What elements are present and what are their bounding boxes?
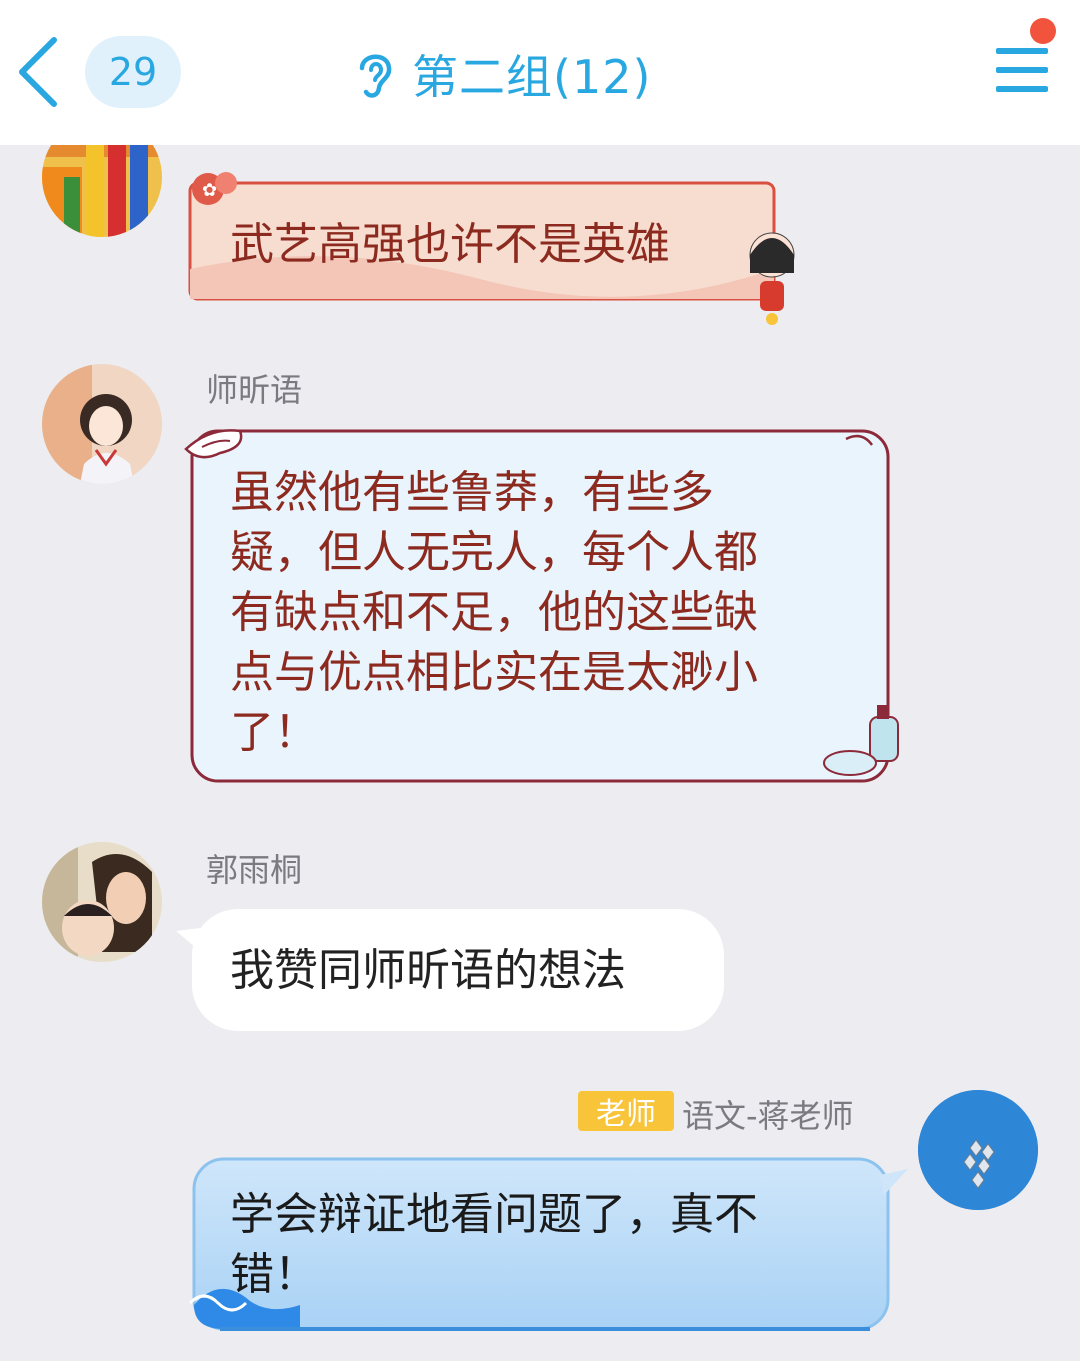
avatar-crystal-sky[interactable] bbox=[918, 1090, 1038, 1210]
notification-dot bbox=[1030, 18, 1056, 44]
message-text[interactable]: 我赞同师昕语的想法 bbox=[230, 941, 626, 1001]
avatar-anime-girl[interactable] bbox=[42, 364, 162, 484]
teacher-role-badge: 老师 bbox=[578, 1091, 674, 1132]
message-text[interactable]: 学会辩证地看问题了，真不 错！ bbox=[230, 1185, 870, 1305]
sender-name: 郭雨桐 bbox=[206, 851, 303, 889]
ear-icon bbox=[359, 54, 392, 98]
message-text[interactable]: 虽然他有些鲁莽，有些多 疑，但人无完人，每个人都 有缺点和不足，他的这些缺 点与… bbox=[230, 463, 870, 763]
chat-header: 29 第二组(12) bbox=[0, 0, 1080, 145]
sender-name: 语文-蒋老师 bbox=[682, 1097, 854, 1135]
unread-count-badge[interactable]: 29 bbox=[85, 36, 181, 108]
sender-name: 师昕语 bbox=[206, 371, 303, 409]
avatar-mother-child[interactable] bbox=[42, 842, 162, 962]
message-text[interactable]: 武艺高强也许不是英雄 bbox=[230, 215, 670, 275]
hamburger-menu-icon[interactable] bbox=[994, 44, 1050, 96]
chat-title: 第二组(12) bbox=[412, 50, 652, 104]
svg-text:✿: ✿ bbox=[202, 180, 217, 201]
back-chevron-icon[interactable] bbox=[14, 34, 64, 110]
avatar-pencils[interactable] bbox=[42, 145, 162, 237]
chat-title-group[interactable]: 第二组(12) bbox=[352, 40, 651, 108]
chat-message-list[interactable]: ✿ 武艺高强也许不是英雄 师昕语 虽然他有些鲁莽，有些多 疑，但人无完人，每个人… bbox=[0, 145, 1080, 1361]
